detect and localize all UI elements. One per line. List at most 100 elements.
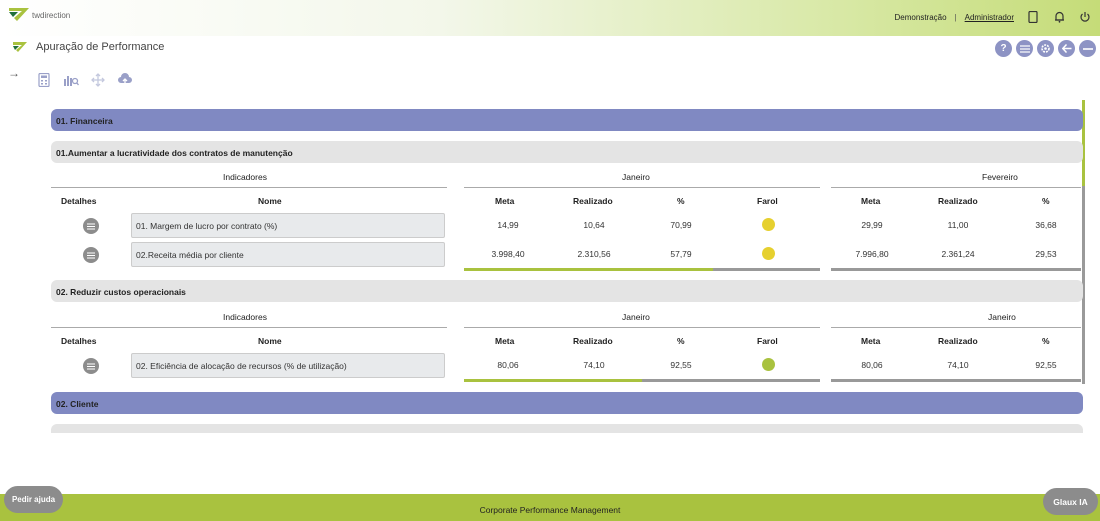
minimize-button[interactable] [1079, 40, 1096, 57]
settings-button[interactable] [1037, 40, 1054, 57]
question-icon: ? [1000, 43, 1007, 54]
farol-header: Farol [757, 336, 778, 346]
list-button[interactable] [1016, 40, 1033, 57]
meta-header: Meta [861, 196, 881, 206]
nome-header: Nome [258, 336, 282, 346]
meta-value: 3.998,40 [491, 249, 525, 259]
pct-value: 70,99 [670, 220, 692, 230]
month-progress-bar [464, 268, 820, 271]
logo-text: twdirection [32, 11, 71, 20]
meta-value: 80,06 [497, 360, 519, 370]
gear-icon [1041, 44, 1050, 53]
separator: | [954, 12, 957, 22]
power-icon[interactable] [1078, 10, 1092, 24]
demo-link[interactable]: Demonstração [895, 13, 947, 22]
indicadores-header: Indicadores [223, 172, 267, 182]
divider [831, 327, 1081, 328]
toolbar [36, 72, 144, 88]
meta-header: Meta [861, 336, 881, 346]
divider [831, 187, 1081, 188]
indicator-name[interactable]: 01. Margem de lucro por contrato (%) [131, 213, 445, 238]
realizado-header: Realizado [573, 196, 613, 206]
ai-assistant-button[interactable]: Glaux IA [1043, 488, 1098, 515]
chart-search-icon[interactable] [63, 72, 79, 88]
meta-value: 80,06 [861, 360, 883, 370]
realizado-header: Realizado [573, 336, 613, 346]
pct-value: 92,55 [670, 360, 692, 370]
realizado-value: 74,10 [947, 360, 969, 370]
divider [51, 187, 447, 188]
realizado-value: 11,00 [947, 220, 969, 230]
list-icon [1019, 44, 1030, 53]
perspective-financeira[interactable]: 01. Financeira [51, 109, 1083, 131]
perspective-cliente[interactable]: 02. Cliente [51, 392, 1083, 414]
top-right-menu: Demonstração | Administrador [895, 10, 1092, 24]
month-progress-bar [464, 379, 820, 382]
page-title: Apuração de Performance [36, 41, 165, 53]
calculator-icon[interactable] [36, 72, 52, 88]
expand-arrow-icon[interactable]: → [8, 66, 20, 80]
details-button[interactable] [83, 247, 99, 263]
logo-icon [9, 8, 29, 21]
indicator-name[interactable]: 02. Eficiência de alocação de recursos (… [131, 353, 445, 378]
detalhes-header: Detalhes [61, 196, 97, 206]
objective-header-partial[interactable] [51, 424, 1083, 433]
logo[interactable]: twdirection [8, 6, 70, 22]
cloud-upload-icon[interactable] [117, 72, 133, 88]
meta-header: Meta [495, 336, 515, 346]
realizado-value: 74,10 [583, 360, 605, 370]
details-button[interactable] [83, 218, 99, 234]
title-bar: Apuração de Performance [12, 41, 164, 53]
indicadores-header: Indicadores [223, 312, 267, 322]
month-header: Janeiro [622, 172, 650, 182]
help-button[interactable]: ? [995, 40, 1012, 57]
pct-header: % [1042, 196, 1050, 206]
pct-header: % [677, 196, 685, 206]
indicator-name[interactable]: 02.Receita média por cliente [131, 242, 445, 267]
top-bar: twdirection Demonstração | Administrador [0, 0, 1100, 36]
details-button[interactable] [83, 358, 99, 374]
pct-value: 29,53 [1035, 249, 1057, 259]
detalhes-header: Detalhes [61, 336, 97, 346]
pct-value: 92,55 [1035, 360, 1057, 370]
admin-link[interactable]: Administrador [965, 13, 1014, 22]
month-header: Janeiro [622, 312, 650, 322]
meta-value: 7.996,80 [855, 249, 889, 259]
pct-value: 36,68 [1035, 220, 1057, 230]
farol-header: Farol [757, 196, 778, 206]
progress-fill [464, 268, 714, 271]
realizado-header: Realizado [938, 336, 978, 346]
list-icon [87, 223, 95, 229]
list-icon [87, 363, 95, 369]
page-actions: ? [991, 40, 1096, 57]
help-chat-button[interactable]: Pedir ajuda [4, 486, 63, 513]
realizado-header: Realizado [938, 196, 978, 206]
objective-header[interactable]: 01.Aumentar a lucratividade dos contrato… [51, 141, 1083, 163]
month-header: Fevereiro [982, 172, 1018, 182]
bell-icon[interactable] [1052, 10, 1066, 24]
nome-header: Nome [258, 196, 282, 206]
progress-fill [464, 379, 642, 382]
back-button[interactable] [1058, 40, 1075, 57]
divider [464, 327, 820, 328]
tablet-icon[interactable] [1026, 10, 1040, 24]
minus-icon [1082, 47, 1093, 50]
performance-board: 01. Financeira 01.Aumentar a lucrativida… [51, 108, 1085, 433]
realizado-value: 2.361,24 [941, 249, 975, 259]
move-icon[interactable] [90, 72, 106, 88]
realizado-value: 10,64 [583, 220, 605, 230]
meta-value: 29,99 [861, 220, 883, 230]
farol-indicator [762, 218, 775, 231]
meta-header: Meta [495, 196, 515, 206]
farol-indicator [762, 358, 775, 371]
meta-value: 14,99 [497, 220, 519, 230]
month-progress-bar [831, 379, 1081, 382]
month-progress-bar [831, 268, 1081, 271]
app-mark-icon [13, 42, 27, 52]
realizado-value: 2.310,56 [577, 249, 611, 259]
footer-text: Corporate Performance Management [479, 505, 621, 515]
arrow-left-icon [1061, 44, 1071, 53]
divider [464, 187, 820, 188]
objective-header[interactable]: 02. Reduzir custos operacionais [51, 280, 1083, 302]
pct-header: % [1042, 336, 1050, 346]
